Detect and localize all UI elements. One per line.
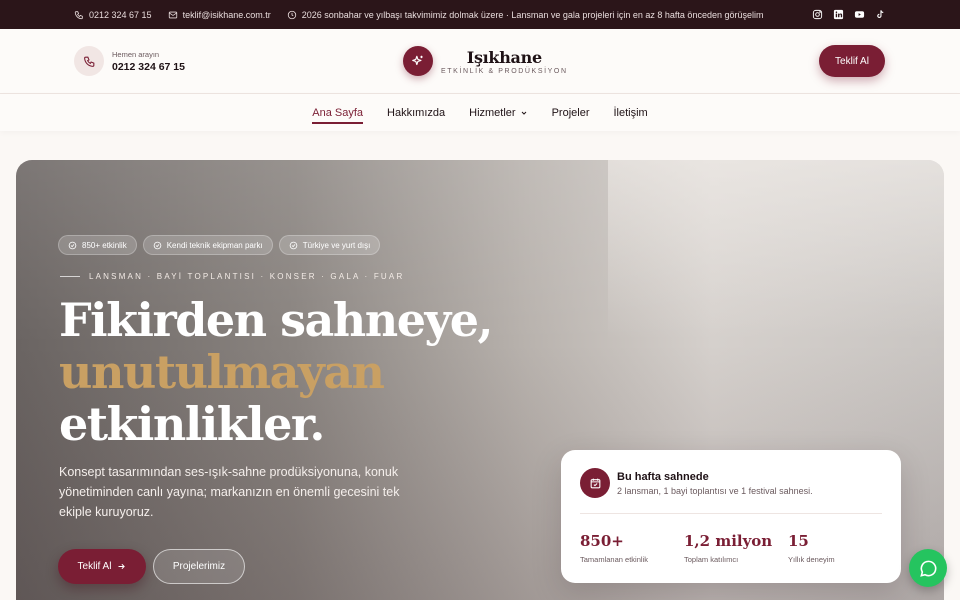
calendar-check-icon: [580, 468, 610, 498]
check-circle-icon: [289, 241, 298, 249]
hero-chip: Türkiye ve yurt dışı: [278, 235, 381, 255]
hero-chip-label: 850+ etkinlik: [82, 240, 127, 250]
topbar-notice: 2026 sonbahar ve yılbaşı takvimimiz dolm…: [287, 9, 764, 20]
hero-headline: Fikirden sahneye, unutulmayan etkinlikle…: [59, 293, 493, 451]
linkedin-icon[interactable]: [833, 9, 844, 20]
headline-line-3: etkinlikler.: [59, 397, 325, 451]
brand-name: Işıkhane: [466, 47, 542, 67]
nav-item-projects[interactable]: Projeler: [552, 94, 590, 131]
check-circle-icon: [68, 241, 77, 249]
stat-value: 15: [788, 532, 809, 550]
card-divider: [580, 513, 882, 514]
card-subtitle: 2 lansman, 1 bayi toplantısı ve 1 festiv…: [617, 486, 813, 496]
clock-icon: [287, 10, 296, 19]
hero-chips: 850+ etkinlik Kendi teknik ekipman parkı…: [58, 235, 381, 255]
stat-value: 1,2 milyon: [684, 532, 773, 550]
topbar-phone[interactable]: 0212 324 67 15: [74, 10, 152, 20]
phone-icon: [74, 46, 104, 76]
nav-item-label: Projeler: [551, 106, 590, 119]
phone-icon: [74, 10, 83, 19]
nav-item-label: Hakkımızda: [387, 106, 446, 119]
hero-eyebrow: LANSMAN · BAYİ TOPLANTISI · KONSER · GAL…: [60, 272, 404, 281]
nav-item-contact[interactable]: İletişim: [613, 94, 647, 131]
brand-logo[interactable]: Işıkhane ETKİNLİK & PRODÜKSİYON: [403, 46, 568, 76]
stat-experience: 15 Yıllık deneyim: [788, 532, 835, 564]
whatsapp-button[interactable]: [909, 549, 947, 587]
hero-eyebrow-text: LANSMAN · BAYİ TOPLANTISI · KONSER · GAL…: [89, 272, 405, 281]
main-nav: Ana Sayfa Hakkımızda Hizmetler Projeler …: [0, 94, 960, 131]
youtube-icon[interactable]: [854, 9, 865, 20]
topbar-notice-text: 2026 sonbahar ve yılbaşı takvimimiz dolm…: [301, 9, 764, 20]
projects-button[interactable]: Projelerimiz: [153, 549, 245, 584]
call-block[interactable]: Hemen arayın 0212 324 67 15: [74, 46, 185, 76]
hero-quote-button[interactable]: Teklif Al: [58, 549, 146, 584]
nav-item-about[interactable]: Hakkımızda: [387, 94, 445, 131]
chevron-down-icon: [521, 111, 526, 115]
nav-item-services[interactable]: Hizmetler: [469, 94, 527, 131]
check-circle-icon: [153, 241, 161, 249]
hero-chip: Kendi teknik ekipman parkı: [142, 235, 273, 255]
sparkle-icon: [403, 46, 433, 76]
nav-item-label: Ana Sayfa: [312, 106, 364, 119]
stat-label: Yıllık deneyim: [788, 555, 835, 564]
hero-chip: 850+ etkinlik: [58, 235, 137, 255]
topbar-email-text: teklif@isikhane.com.tr: [182, 9, 271, 20]
mail-icon: [168, 11, 177, 18]
tiktok-icon[interactable]: [875, 9, 886, 20]
eyebrow-line: [60, 276, 80, 277]
stat-attendees: 1,2 milyon Toplam katılımcı: [684, 532, 772, 564]
headline-accent: unutulmayan: [59, 345, 385, 399]
hero-chip-label: Türkiye ve yurt dışı: [302, 240, 371, 250]
call-number[interactable]: 0212 324 67 15: [112, 61, 185, 73]
brand-tagline: ETKİNLİK & PRODÜKSİYON: [441, 67, 568, 75]
instagram-icon[interactable]: [812, 9, 823, 20]
site-header: Hemen arayın 0212 324 67 15 Işıkhane ETK…: [0, 29, 960, 94]
quote-button[interactable]: Teklif Al: [819, 45, 885, 77]
top-bar: 0212 324 67 15 teklif@isikhane.com.tr 20…: [0, 0, 960, 29]
headline-line-1: Fikirden sahneye,: [59, 293, 493, 347]
hero-quote-label: Teklif Al: [77, 561, 112, 572]
topbar-email[interactable]: teklif@isikhane.com.tr: [168, 10, 271, 20]
topbar-phone-text: 0212 324 67 15: [89, 9, 152, 20]
hero-lead: Konsept tasarımından ses-ışık-sahne prod…: [59, 465, 400, 519]
stat-events: 850+ Tamamlanan etkinlik: [580, 532, 648, 564]
stat-value: 850+: [580, 532, 624, 550]
call-hint: Hemen arayın: [112, 49, 160, 59]
this-week-card: Bu hafta sahnede 2 lansman, 1 bayi topla…: [561, 450, 901, 583]
arrow-right-icon: [118, 563, 126, 570]
nav-item-label: Hizmetler: [469, 106, 516, 119]
social-links: [812, 9, 886, 20]
stat-label: Tamamlanan etkinlik: [580, 555, 648, 564]
hero-chip-label: Kendi teknik ekipman parkı: [166, 240, 263, 250]
nav-item-label: İletişim: [613, 106, 648, 119]
card-title: Bu hafta sahnede: [617, 471, 709, 483]
stat-label: Toplam katılımcı: [684, 555, 739, 564]
nav-item-home[interactable]: Ana Sayfa: [312, 94, 363, 131]
chat-bubble-icon: [919, 560, 936, 577]
